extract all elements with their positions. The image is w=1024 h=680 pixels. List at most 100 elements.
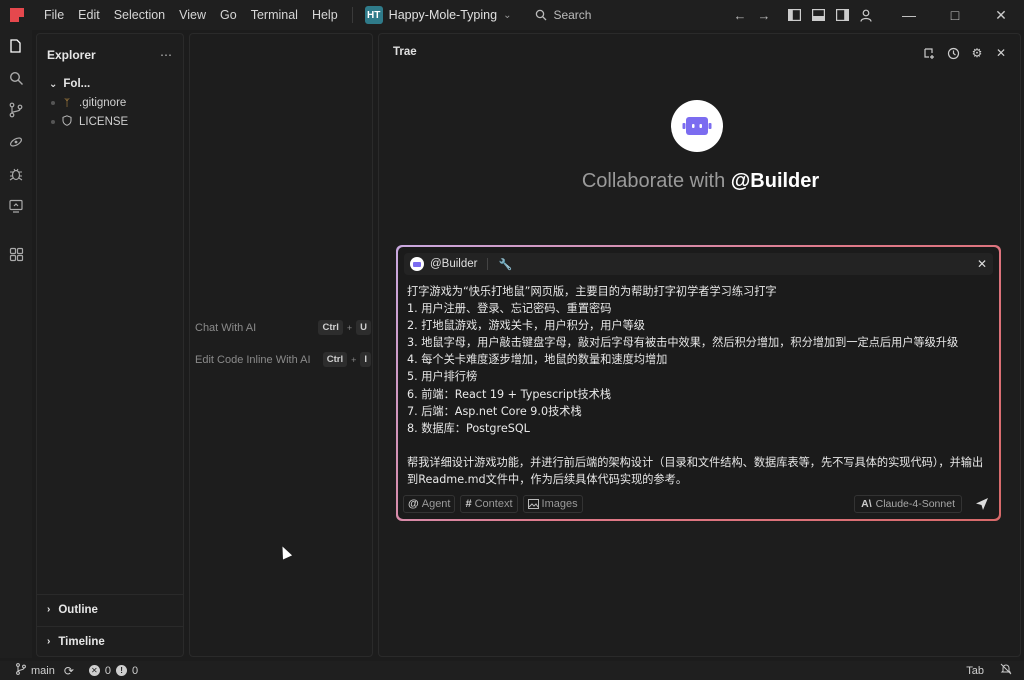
indent-dot xyxy=(51,120,55,124)
divider xyxy=(351,7,353,23)
minimize-button[interactable]: — xyxy=(886,0,932,30)
robot-icon xyxy=(682,117,712,135)
edit-inline-hint: Edit Code Inline With AI Ctrl + I xyxy=(195,352,371,367)
close-icon[interactable]: ✕ xyxy=(977,257,987,271)
warning-icon: ! xyxy=(116,665,128,676)
more-icon[interactable]: ⋯ xyxy=(160,48,173,62)
send-button[interactable] xyxy=(971,493,993,515)
explorer-icon[interactable] xyxy=(0,30,32,62)
bell-muted-icon[interactable] xyxy=(1000,663,1012,678)
search-icon[interactable] xyxy=(0,62,32,94)
hint-label: Edit Code Inline With AI xyxy=(195,353,311,366)
timeline-label: Timeline xyxy=(58,635,105,648)
prompt-input[interactable]: 打字游戏为“快乐打地鼠”网页版，主要目的为帮助打字初学者学习练习打字 1. 用户… xyxy=(407,283,993,488)
plus-sign: + xyxy=(346,322,353,333)
tab-indicator[interactable]: Tab xyxy=(966,665,984,677)
new-chat-icon[interactable] xyxy=(920,44,938,62)
branch-name[interactable]: main xyxy=(31,665,55,677)
file-item-license[interactable]: LICENSE xyxy=(37,112,183,132)
project-name: Happy-Mole-Typing xyxy=(388,8,498,22)
chevron-right-icon: › xyxy=(47,636,51,647)
wrench-icon[interactable]: 🔧 xyxy=(498,258,512,271)
model-selector[interactable]: A\ Claude-4-Sonnet xyxy=(854,495,962,513)
status-right: Tab xyxy=(966,661,1012,680)
source-control-icon[interactable] xyxy=(0,94,32,126)
composer-inner: @Builder 🔧 ✕ 打字游戏为“快乐打地鼠”网页版，主要目的为帮助打字初学… xyxy=(398,247,999,519)
extensions-icon[interactable] xyxy=(0,238,32,270)
explorer-header: Explorer ⋯ xyxy=(37,34,183,66)
at-icon: @ xyxy=(408,498,419,510)
menu-terminal[interactable]: Terminal xyxy=(245,5,304,25)
close-icon[interactable]: ✕ xyxy=(992,44,1010,62)
chevron-down-icon: ⌄ xyxy=(503,9,512,21)
folder-row[interactable]: ⌄ Fol... xyxy=(37,66,183,94)
error-icon: ✕ xyxy=(88,665,100,676)
status-left: main ⟳ ✕ 0 ! 0 xyxy=(16,663,138,678)
menu-view[interactable]: View xyxy=(173,5,212,25)
context-button[interactable]: # Context xyxy=(460,495,518,513)
chevron-right-icon: › xyxy=(47,604,51,615)
kbd-ctrl: Ctrl xyxy=(318,320,343,335)
explorer-title: Explorer xyxy=(47,48,96,62)
toggle-right-panel-icon[interactable] xyxy=(830,0,854,30)
app-logo xyxy=(10,8,24,22)
collaborate-heading: Collaborate with @Builder xyxy=(379,170,1022,193)
collab-prefix: Collaborate with xyxy=(581,170,731,192)
forward-arrow-icon[interactable]: → xyxy=(752,0,776,30)
timeline-section[interactable]: › Timeline xyxy=(37,626,183,656)
file-item-gitignore[interactable]: ᛉ .gitignore xyxy=(37,94,183,112)
back-arrow-icon[interactable]: ← xyxy=(728,0,752,30)
status-bar: main ⟳ ✕ 0 ! 0 Tab xyxy=(0,661,1024,680)
chat-title: Trae xyxy=(393,46,417,58)
divider xyxy=(487,258,489,270)
agent-chip-bar: @Builder 🔧 ✕ xyxy=(404,253,993,275)
sync-icon[interactable]: ⟳ xyxy=(64,664,74,678)
search-box[interactable]: Search xyxy=(535,8,591,22)
outline-label: Outline xyxy=(58,603,98,616)
menu-file[interactable]: File xyxy=(38,5,70,25)
gear-icon[interactable]: ⚙ xyxy=(968,44,986,62)
context-button-label: Context xyxy=(474,498,513,510)
kbd-ctrl: Ctrl xyxy=(322,352,348,367)
folder-name: Fol... xyxy=(63,78,91,90)
anthropic-icon: A\ xyxy=(861,498,872,510)
images-button[interactable]: Images xyxy=(522,495,583,513)
warning-count[interactable]: 0 xyxy=(132,665,138,677)
agent-button-label: Agent xyxy=(421,498,451,510)
send-icon xyxy=(976,498,988,510)
hash-icon: # xyxy=(465,498,472,510)
outline-section[interactable]: › Outline xyxy=(37,594,183,624)
hint-label: Chat With AI xyxy=(195,321,257,334)
toggle-bottom-panel-icon[interactable] xyxy=(806,0,830,30)
collab-agent: @Builder xyxy=(730,170,820,192)
menu-help[interactable]: Help xyxy=(306,5,344,25)
remote-explorer-icon[interactable] xyxy=(0,190,32,222)
project-switcher[interactable]: HT Happy-Mole-Typing ⌄ xyxy=(364,6,512,24)
title-bar: File Edit Selection View Go Terminal Hel… xyxy=(0,0,1024,30)
kbd-key: U xyxy=(356,320,371,335)
toggle-left-panel-icon[interactable] xyxy=(782,0,806,30)
agent-chip[interactable]: @Builder xyxy=(430,258,477,270)
search-label: Search xyxy=(553,8,592,22)
maximize-button[interactable]: □ xyxy=(932,0,978,30)
chat-toolbar: ⚙ ✕ xyxy=(920,44,1010,62)
history-icon[interactable] xyxy=(944,44,962,62)
editor-area: Chat With AI Ctrl + U Edit Code Inline W… xyxy=(189,33,373,657)
error-count[interactable]: 0 xyxy=(105,665,111,677)
menu-go[interactable]: Go xyxy=(214,5,243,25)
shield-icon xyxy=(61,115,73,129)
model-name: Claude-4-Sonnet xyxy=(875,498,955,510)
git-icon: ᛉ xyxy=(64,97,70,109)
remote-icon[interactable] xyxy=(0,126,32,158)
composer-actions: @ Agent # Context Images A\ Claude-4-Sonne… xyxy=(403,493,993,515)
debug-icon[interactable] xyxy=(0,158,32,190)
image-icon xyxy=(527,499,539,509)
agent-button[interactable]: @ Agent xyxy=(403,495,456,513)
menu-edit[interactable]: Edit xyxy=(72,5,106,25)
close-window-button[interactable]: ✕ xyxy=(978,0,1024,30)
chat-panel: Trae ⚙ ✕ Collaborate with @Builder @Buil… xyxy=(378,33,1021,657)
kbd-key: I xyxy=(360,352,371,367)
menu-selection[interactable]: Selection xyxy=(108,5,171,25)
builder-avatar xyxy=(671,100,723,152)
account-icon[interactable] xyxy=(854,0,878,30)
